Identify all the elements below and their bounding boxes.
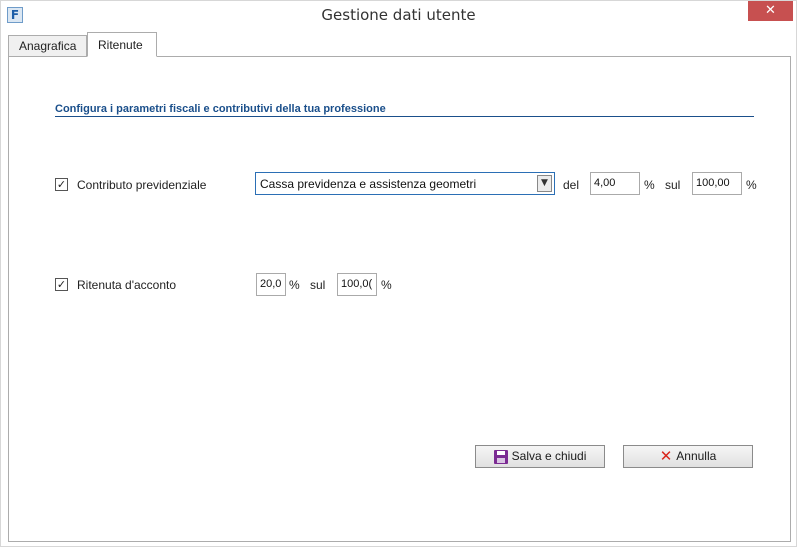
ritenuta-base-input[interactable]: 100,0(: [337, 273, 377, 296]
close-icon: ✕: [765, 3, 776, 18]
tab-panel: [8, 56, 791, 542]
contributo-checkbox[interactable]: ✓: [55, 178, 68, 191]
ritenuta-rate-input[interactable]: 20,0: [256, 273, 286, 296]
close-button[interactable]: ✕: [748, 1, 793, 21]
tab-anagrafica[interactable]: Anagrafica: [8, 35, 87, 57]
chevron-down-icon[interactable]: ▼: [537, 175, 552, 192]
cassa-select[interactable]: Cassa previdenza e assistenza geometri ▼: [255, 172, 555, 195]
contributo-del-label: del: [563, 178, 580, 192]
cancel-label: Annulla: [676, 449, 717, 463]
title-bar: F Gestione dati utente ✕: [1, 1, 796, 29]
save-close-button[interactable]: Salva e chiudi: [475, 445, 605, 468]
ritenuta-percent-2: %: [381, 278, 392, 292]
contributo-percent-2: %: [746, 178, 757, 192]
contributo-sul-label: sul: [665, 178, 681, 192]
ritenuta-checkbox[interactable]: ✓: [55, 278, 68, 291]
contributo-rate-input[interactable]: 4,00: [590, 172, 640, 195]
ritenuta-sul-label: sul: [310, 278, 326, 292]
tab-ritenute[interactable]: Ritenute: [87, 32, 157, 57]
cassa-select-value: Cassa previdenza e assistenza geometri: [260, 177, 477, 191]
x-icon: ✕: [659, 447, 673, 466]
ritenuta-label: Ritenuta d'acconto: [77, 278, 177, 292]
ritenuta-percent-1: %: [289, 278, 300, 292]
cancel-button[interactable]: ✕ Annulla: [623, 445, 753, 468]
section-heading: Configura i parametri fiscali e contribu…: [55, 103, 386, 115]
contributo-base-input[interactable]: 100,00: [692, 172, 742, 195]
dialog-window: F Gestione dati utente ✕ Anagrafica Rite…: [0, 0, 797, 547]
floppy-disk-icon: [493, 449, 508, 464]
section-divider: [55, 116, 754, 117]
contributo-percent-1: %: [644, 178, 655, 192]
contributo-label: Contributo previdenziale: [77, 178, 207, 192]
save-close-label: Salva e chiudi: [511, 449, 587, 463]
window-title: Gestione dati utente: [321, 6, 476, 24]
